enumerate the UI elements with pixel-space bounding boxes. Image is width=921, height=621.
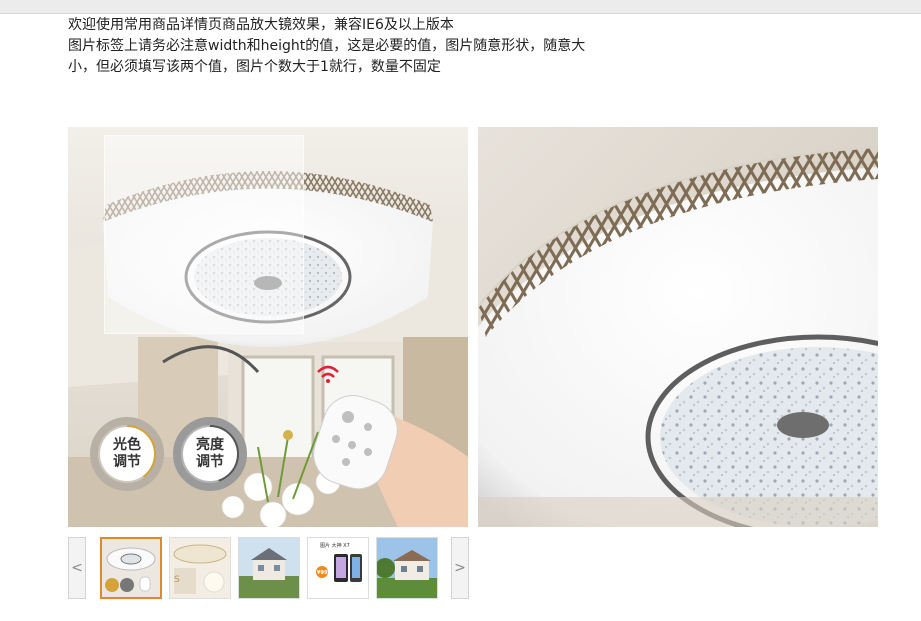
thumbnail-strip: < S 图片 大神 X7 ¥999 >: [68, 537, 469, 599]
thumb-4-price: ¥999: [317, 570, 331, 576]
intro-line-1: 欢迎使用常用商品详情页商品放大镜效果，兼容IE6及以上版本: [68, 17, 454, 33]
thumb-lamp-image: [102, 539, 160, 597]
thumbnail-4[interactable]: 图片 大神 X7 ¥999: [307, 537, 369, 599]
thumb-crystal-lamp-image: S: [170, 538, 230, 598]
badge-color-line2: 调节: [113, 454, 141, 470]
thumbnail-2[interactable]: S: [169, 537, 231, 599]
magnifier-lens[interactable]: [104, 135, 304, 334]
thumbnail-1[interactable]: [100, 537, 162, 599]
thumb-villa-image: [377, 538, 437, 598]
badge-bright-line2: 调节: [196, 454, 224, 470]
intro-line-3: 小，但必须填写该两个值，图片个数大于1就行，数量不固定: [68, 59, 441, 75]
brightness-badge: 亮度 调节: [173, 417, 247, 491]
badge-color-line1: 光色: [113, 437, 141, 453]
intro-text: 欢迎使用常用商品详情页商品放大镜效果，兼容IE6及以上版本 图片标签上请务必注意…: [68, 15, 668, 78]
light-color-badge: 光色 调节: [90, 417, 164, 491]
zoom-preview: [478, 127, 878, 527]
next-arrow-button[interactable]: >: [451, 537, 469, 599]
zoomed-lamp-detail: [478, 127, 878, 527]
intro-line-2: 图片标签上请务必注意width和height的值，这是必要的值，图片随意形状，随…: [68, 38, 586, 54]
thumbnail-3[interactable]: [238, 537, 300, 599]
svg-text:S: S: [174, 575, 180, 585]
thumb-4-caption: 图片 大神 X7: [320, 543, 350, 549]
badge-bright-line1: 亮度: [196, 437, 224, 453]
prev-arrow-button[interactable]: <: [68, 537, 86, 599]
browser-top-bar: [0, 0, 921, 14]
main-product-image[interactable]: 光色 调节 亮度 调节: [68, 127, 468, 527]
thumbnail-5[interactable]: [376, 537, 438, 599]
thumb-house-image: [239, 538, 299, 598]
